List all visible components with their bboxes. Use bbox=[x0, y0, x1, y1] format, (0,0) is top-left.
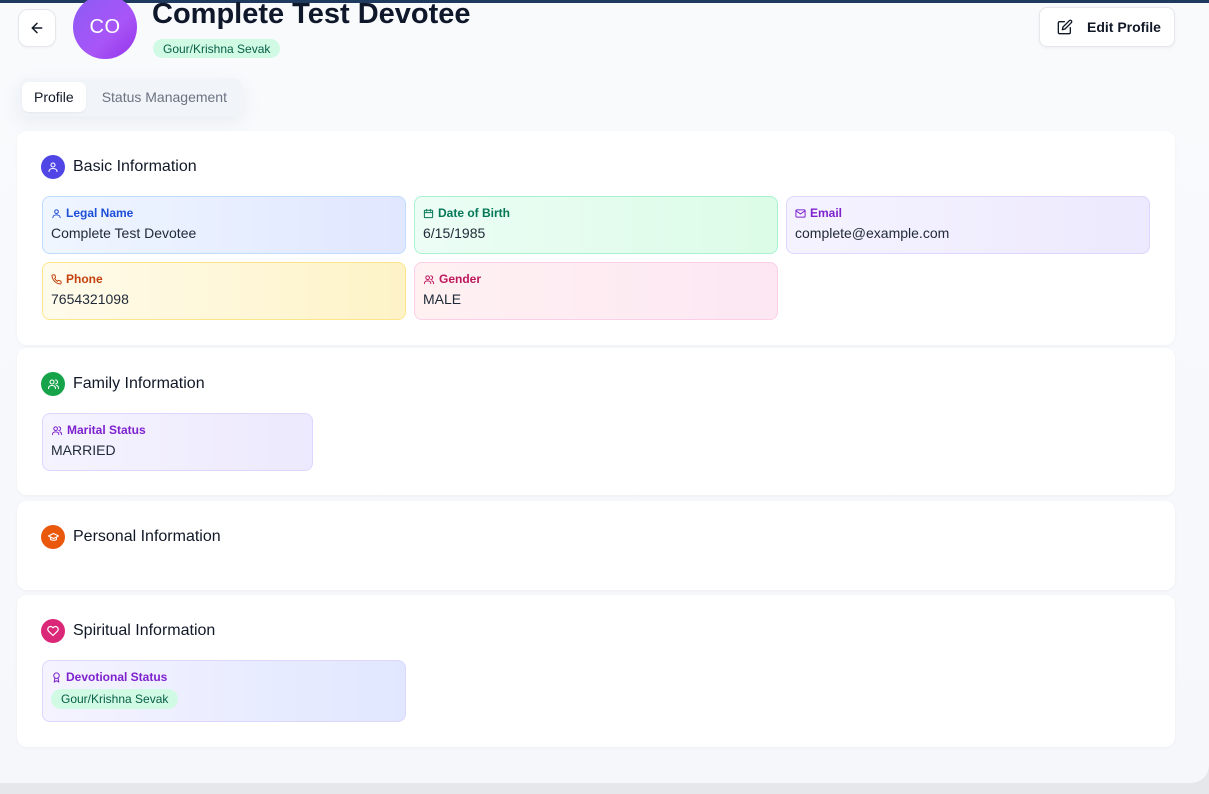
section-title: Basic Information bbox=[73, 158, 197, 175]
marital-status-value: MARRIED bbox=[51, 442, 116, 458]
personal-information-header: Personal Information bbox=[41, 525, 221, 549]
user-icon bbox=[51, 208, 62, 219]
section-title: Personal Information bbox=[73, 528, 221, 545]
users-icon bbox=[41, 372, 65, 396]
email-value: complete@example.com bbox=[795, 225, 950, 241]
field-label: Date of Birth bbox=[423, 206, 769, 220]
date-of-birth-value: 6/15/1985 bbox=[423, 225, 486, 241]
tab-profile[interactable]: Profile bbox=[22, 82, 86, 112]
page-title: Complete Test Devotee bbox=[152, 0, 471, 30]
field-label: Devotional Status bbox=[51, 670, 397, 684]
mail-icon bbox=[795, 208, 806, 219]
devotional-status-badge: Gour/Krishna Sevak bbox=[51, 689, 179, 709]
basic-information-card: Basic Information Legal Name Complete Te… bbox=[17, 131, 1175, 345]
basic-information-header: Basic Information bbox=[41, 155, 197, 179]
users-icon bbox=[51, 425, 63, 436]
gender-value: MALE bbox=[423, 291, 462, 307]
legal-name-field: Legal Name Complete Test Devotee bbox=[42, 196, 406, 254]
phone-label: Phone bbox=[66, 272, 103, 286]
graduation-cap-icon bbox=[41, 525, 65, 549]
family-information-header: Family Information bbox=[41, 372, 205, 396]
date-of-birth-label: Date of Birth bbox=[438, 206, 510, 220]
phone-field: Phone 7654321098 bbox=[42, 262, 406, 320]
field-label: Legal Name bbox=[51, 206, 397, 220]
tab-bar: Profile Status Management bbox=[18, 78, 243, 116]
marital-status-label: Marital Status bbox=[67, 423, 146, 437]
personal-information-card: Personal Information bbox=[17, 501, 1175, 590]
gender-field: Gender MALE bbox=[414, 262, 778, 320]
tab-status-management[interactable]: Status Management bbox=[90, 82, 239, 112]
family-information-card: Family Information Marital Status MARRIE… bbox=[17, 348, 1175, 495]
legal-name-label: Legal Name bbox=[66, 206, 134, 220]
email-label: Email bbox=[810, 206, 843, 220]
award-icon bbox=[51, 671, 62, 683]
marital-status-field: Marital Status MARRIED bbox=[42, 413, 313, 471]
spiritual-information-header: Spiritual Information bbox=[41, 619, 215, 643]
avatar-initials: CO bbox=[89, 15, 121, 38]
status-badge: Gour/Krishna Sevak bbox=[153, 39, 281, 58]
profile-page: CO Complete Test Devotee Gour/Krishna Se… bbox=[0, 0, 1209, 783]
edit-profile-label: Edit Profile bbox=[1087, 19, 1161, 35]
spiritual-information-card: Spiritual Information Devotional Status … bbox=[17, 595, 1175, 747]
section-title: Spiritual Information bbox=[73, 622, 216, 639]
email-field: Email complete@example.com bbox=[786, 196, 1150, 254]
phone-value: 7654321098 bbox=[51, 291, 129, 307]
gender-label: Gender bbox=[439, 272, 482, 286]
date-of-birth-field: Date of Birth 6/15/1985 bbox=[414, 196, 778, 254]
arrow-left-icon bbox=[29, 20, 45, 36]
user-icon bbox=[41, 155, 65, 179]
legal-name-value: Complete Test Devotee bbox=[51, 225, 197, 241]
field-label: Gender bbox=[423, 272, 769, 286]
field-label: Phone bbox=[51, 272, 397, 286]
back-button[interactable] bbox=[18, 9, 56, 47]
phone-icon bbox=[51, 273, 62, 285]
avatar: CO bbox=[73, 0, 137, 59]
section-title: Family Information bbox=[73, 375, 205, 392]
devotional-status-field: Devotional Status Gour/Krishna Sevak bbox=[42, 660, 406, 722]
devotional-status-label: Devotional Status bbox=[66, 670, 168, 684]
users-icon bbox=[423, 274, 435, 285]
edit-icon bbox=[1057, 19, 1073, 35]
field-label: Email bbox=[795, 206, 1141, 220]
heart-icon bbox=[41, 619, 65, 643]
calendar-icon bbox=[423, 208, 434, 219]
edit-profile-button[interactable]: Edit Profile bbox=[1039, 7, 1175, 47]
field-label: Marital Status bbox=[51, 423, 304, 437]
